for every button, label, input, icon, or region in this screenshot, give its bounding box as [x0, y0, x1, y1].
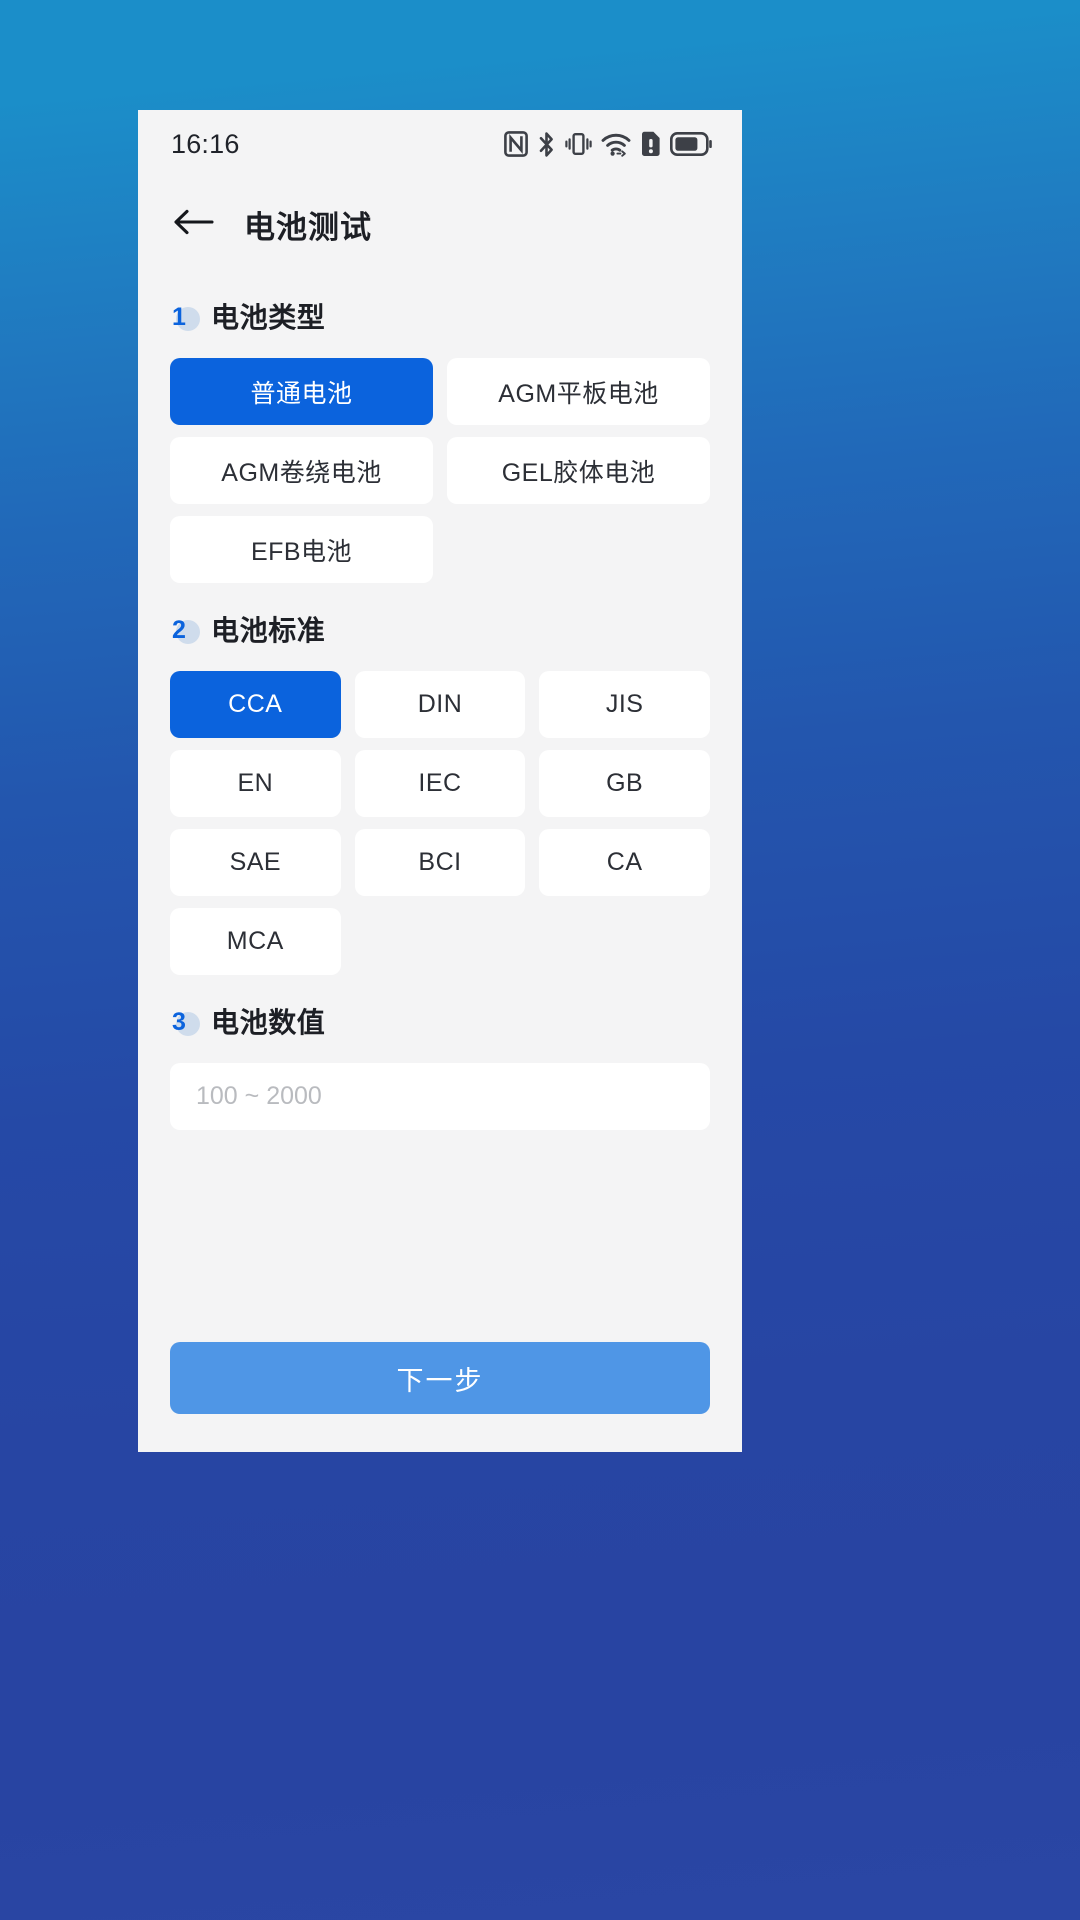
bluetooth-icon — [537, 131, 556, 158]
section-header-battery-type: 1 电池类型 — [170, 296, 710, 336]
option-battery-type-3[interactable]: GEL胶体电池 — [447, 437, 710, 504]
form-content: 1 电池类型 普通电池 AGM平板电池 AGM卷绕电池 GEL胶体电池 EFB电… — [138, 270, 742, 1342]
option-battery-type-2[interactable]: AGM卷绕电池 — [170, 437, 433, 504]
option-battery-standard-7[interactable]: BCI — [354, 829, 526, 896]
status-bar: 16:16 — [138, 110, 742, 178]
sim-alert-icon — [640, 131, 661, 157]
page-title: 电池测试 — [244, 209, 372, 245]
back-button[interactable] — [171, 201, 217, 247]
step-number: 1 — [172, 303, 186, 331]
section-title-battery-standard: 电池标准 — [211, 615, 326, 646]
option-battery-standard-0[interactable]: CCA — [170, 671, 341, 738]
status-bar-clock: 16:16 — [171, 128, 240, 159]
battery-standard-options: CCA DIN JIS EN IEC GB SAE BCI CA MCA — [170, 671, 710, 975]
option-battery-standard-6[interactable]: SAE — [170, 829, 341, 896]
step-badge-2: 2 — [170, 614, 200, 644]
step-number: 3 — [172, 1008, 186, 1036]
battery-value-input[interactable] — [170, 1063, 710, 1130]
step-number: 2 — [172, 616, 186, 644]
section-header-battery-value: 3 电池数值 — [170, 1001, 710, 1041]
wifi-icon — [601, 131, 631, 157]
option-battery-standard-9[interactable]: MCA — [170, 908, 341, 975]
status-bar-icons — [504, 131, 712, 158]
app-bar: 电池测试 — [138, 178, 742, 270]
option-battery-standard-1[interactable]: DIN — [354, 671, 526, 738]
back-arrow-icon — [173, 208, 215, 241]
option-battery-standard-8[interactable]: CA — [539, 829, 710, 896]
section-header-battery-standard: 2 电池标准 — [170, 609, 710, 649]
section-title-battery-value: 电池数值 — [211, 1007, 326, 1038]
step-badge-1: 1 — [170, 301, 200, 331]
battery-icon — [670, 132, 712, 156]
option-battery-type-4[interactable]: EFB电池 — [170, 516, 433, 583]
option-battery-standard-3[interactable]: EN — [170, 750, 341, 817]
option-battery-standard-2[interactable]: JIS — [539, 671, 710, 738]
footer: 下一步 — [138, 1342, 742, 1452]
option-battery-standard-4[interactable]: IEC — [354, 750, 526, 817]
option-battery-standard-5[interactable]: GB — [539, 750, 710, 817]
nfc-icon — [504, 131, 528, 157]
phone-screen: 16:16 电池测试 1 电池类型 普通电池 AGM平板电池 AGM卷绕电池 G… — [138, 110, 742, 1452]
next-step-button[interactable]: 下一步 — [170, 1342, 710, 1414]
vibrate-icon — [565, 131, 592, 157]
step-badge-3: 3 — [170, 1006, 200, 1036]
option-battery-type-0[interactable]: 普通电池 — [170, 358, 433, 425]
battery-type-options: 普通电池 AGM平板电池 AGM卷绕电池 GEL胶体电池 EFB电池 — [170, 358, 710, 583]
option-battery-type-1[interactable]: AGM平板电池 — [447, 358, 710, 425]
section-title-battery-type: 电池类型 — [211, 302, 326, 333]
